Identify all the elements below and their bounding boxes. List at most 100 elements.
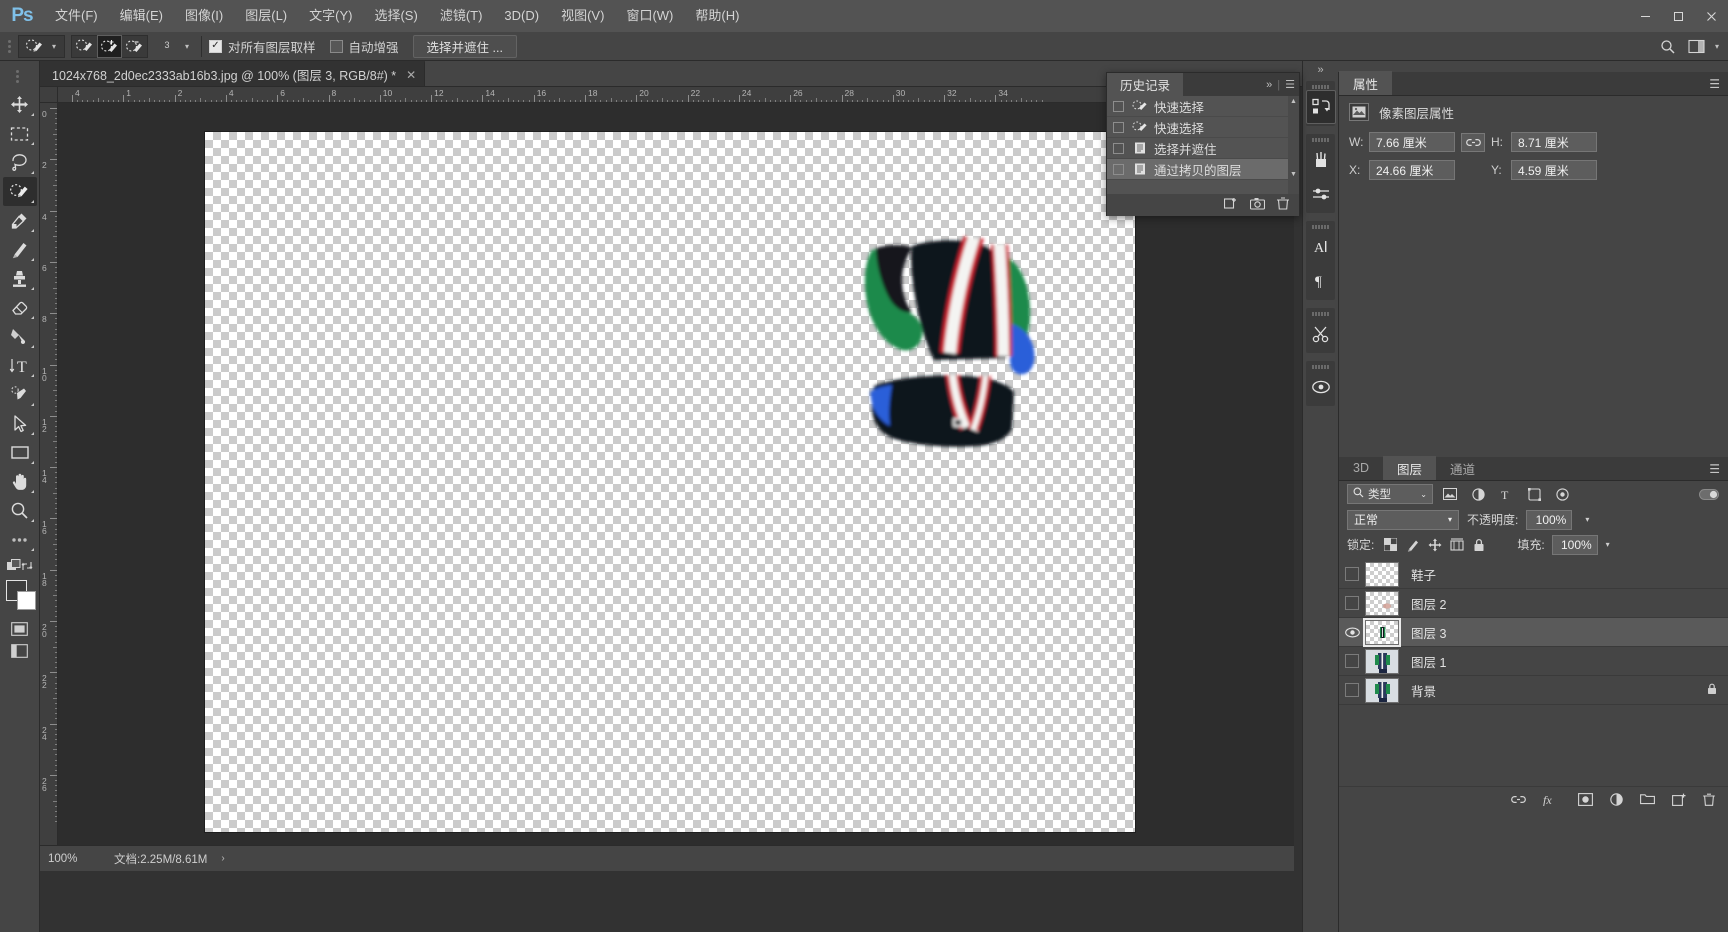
visibility-toggle-icon[interactable] bbox=[1339, 654, 1365, 668]
menu-type[interactable]: 文字(Y) bbox=[298, 0, 363, 32]
brush-options-chevron-icon[interactable]: ▾ bbox=[180, 35, 194, 58]
history-snapshot-checkbox[interactable] bbox=[1113, 142, 1124, 154]
visibility-toggle-icon[interactable] bbox=[1339, 567, 1365, 581]
layer-thumbnail[interactable] bbox=[1363, 617, 1401, 647]
scroll-up-icon[interactable]: ▲ bbox=[1288, 96, 1299, 107]
quick-mask-icon[interactable] bbox=[6, 559, 21, 575]
layer-style-icon[interactable]: fx bbox=[1543, 793, 1561, 809]
lock-transparent-pixels-icon[interactable] bbox=[1381, 535, 1400, 554]
layer-row-shoes[interactable]: 鞋子 bbox=[1339, 560, 1728, 589]
panel-menu-icon[interactable]: ☰ bbox=[1709, 462, 1720, 476]
zoom-tool[interactable] bbox=[3, 496, 37, 525]
eraser-tool[interactable] bbox=[3, 293, 37, 322]
screen-mode-button[interactable] bbox=[3, 618, 37, 640]
y-field[interactable]: 4.59 厘米 bbox=[1511, 160, 1597, 180]
smart-object-filter-icon[interactable] bbox=[1551, 484, 1573, 504]
link-layers-icon[interactable] bbox=[1511, 794, 1526, 808]
type-filter-icon[interactable]: T bbox=[1495, 484, 1517, 504]
rail-grip[interactable] bbox=[1306, 83, 1335, 90]
layer-thumbnail[interactable] bbox=[1365, 677, 1399, 703]
hand-tool[interactable] bbox=[3, 467, 37, 496]
pixel-filter-icon[interactable] bbox=[1439, 484, 1461, 504]
history-snapshot-checkbox[interactable] bbox=[1113, 100, 1124, 112]
edit-toolbar-button[interactable] bbox=[3, 525, 37, 554]
chevron-down-icon[interactable]: ▾ bbox=[1448, 515, 1452, 524]
tab-layers[interactable]: 图层 bbox=[1382, 456, 1436, 480]
width-field[interactable]: 7.66 厘米 bbox=[1369, 132, 1455, 152]
select-and-mask-button[interactable]: 选择并遮住 ... bbox=[412, 34, 517, 58]
options-bar-grip[interactable] bbox=[4, 35, 14, 57]
toolbar-grip[interactable] bbox=[13, 65, 23, 87]
close-icon[interactable]: ✕ bbox=[406, 68, 416, 82]
tool-preset-picker[interactable]: ▾ bbox=[18, 34, 65, 58]
history-snapshot-checkbox[interactable] bbox=[1113, 163, 1124, 175]
history-item-3[interactable]: 通过拷贝的图层 bbox=[1107, 159, 1299, 180]
collapse-icon[interactable]: » bbox=[1266, 79, 1272, 91]
layer-row-layer1[interactable]: 图层 1 bbox=[1339, 647, 1728, 676]
lock-all-icon[interactable] bbox=[1469, 535, 1488, 554]
opacity-chevron-icon[interactable]: ▾ bbox=[1580, 510, 1594, 530]
shape-filter-icon[interactable] bbox=[1523, 484, 1545, 504]
scissors-icon[interactable] bbox=[1306, 317, 1336, 351]
marquee-tool[interactable] bbox=[3, 119, 37, 148]
sample-all-layers-checkbox[interactable]: ✓ 对所有图层取样 bbox=[209, 37, 316, 56]
new-layer-icon[interactable] bbox=[1672, 793, 1686, 809]
lock-artboard-icon[interactable] bbox=[1447, 535, 1466, 554]
menu-window[interactable]: 窗口(W) bbox=[615, 0, 684, 32]
rectangle-tool[interactable] bbox=[3, 438, 37, 467]
search-icon[interactable] bbox=[1654, 35, 1682, 58]
rail-grip[interactable] bbox=[1306, 310, 1335, 317]
layer-row-layer3[interactable]: 图层 3 bbox=[1339, 617, 1728, 647]
libraries-icon[interactable] bbox=[1306, 90, 1336, 124]
workspace-switcher-icon[interactable] bbox=[1682, 35, 1710, 58]
layer-thumbnail[interactable] bbox=[1365, 648, 1399, 674]
fill-value[interactable]: 100% bbox=[1551, 534, 1598, 555]
history-item-1[interactable]: 快速选择 bbox=[1107, 117, 1299, 138]
menu-help[interactable]: 帮助(H) bbox=[684, 0, 750, 32]
layer-row-layer2[interactable]: 图层 2 bbox=[1339, 589, 1728, 618]
history-snapshot-checkbox[interactable] bbox=[1113, 121, 1124, 133]
opacity-value[interactable]: 100% bbox=[1526, 509, 1573, 530]
layer-thumbnail[interactable] bbox=[1365, 590, 1399, 616]
gradient-tool[interactable] bbox=[3, 322, 37, 351]
history-item-0[interactable]: 快速选择 bbox=[1107, 96, 1299, 117]
subtract-from-selection-button[interactable] bbox=[122, 35, 147, 58]
brush-size-display[interactable]: 3 bbox=[154, 35, 180, 58]
link-dimensions-icon[interactable] bbox=[1461, 132, 1485, 152]
auto-enhance-checkbox[interactable]: 自动增强 bbox=[329, 37, 399, 56]
visibility-toggle-icon[interactable] bbox=[1339, 596, 1365, 610]
menu-filter[interactable]: 滤镜(T) bbox=[429, 0, 494, 32]
lasso-tool[interactable] bbox=[3, 148, 37, 177]
move-tool[interactable] bbox=[3, 90, 37, 119]
zoom-level[interactable]: 100% bbox=[40, 853, 102, 865]
x-field[interactable]: 24.66 厘米 bbox=[1369, 160, 1455, 180]
tab-3d[interactable]: 3D bbox=[1339, 456, 1383, 480]
brush-settings-icon[interactable] bbox=[1306, 177, 1336, 211]
pen-tool[interactable] bbox=[3, 380, 37, 409]
minimize-button[interactable] bbox=[1629, 0, 1662, 32]
clone-stamp-tool[interactable] bbox=[3, 264, 37, 293]
rail-grip[interactable] bbox=[1306, 363, 1335, 370]
menu-edit[interactable]: 编辑(E) bbox=[109, 0, 174, 32]
delete-layer-icon[interactable] bbox=[1703, 793, 1715, 809]
brush-tool[interactable] bbox=[3, 235, 37, 264]
brushes-icon[interactable] bbox=[1306, 143, 1336, 177]
new-document-from-state-icon[interactable] bbox=[1223, 197, 1238, 213]
mask-icon[interactable] bbox=[1306, 370, 1336, 404]
tab-properties[interactable]: 属性 bbox=[1339, 71, 1393, 95]
rail-grip[interactable] bbox=[1306, 223, 1335, 230]
layer-name[interactable]: 背景 bbox=[1411, 681, 1436, 700]
adjustment-filter-icon[interactable] bbox=[1467, 484, 1489, 504]
document-tab[interactable]: 1024x768_2d0ec2333ab16b3.jpg @ 100% (图层 … bbox=[40, 61, 426, 86]
status-expand-icon[interactable]: › bbox=[221, 853, 224, 864]
maximize-button[interactable] bbox=[1662, 0, 1695, 32]
swap-colors-icon[interactable] bbox=[21, 560, 33, 575]
visibility-toggle-icon[interactable] bbox=[1339, 627, 1365, 638]
history-scrollbar[interactable]: ▲ ▼ bbox=[1288, 96, 1299, 194]
height-field[interactable]: 8.71 厘米 bbox=[1511, 132, 1597, 152]
new-snapshot-icon[interactable] bbox=[1249, 197, 1266, 213]
lock-image-pixels-icon[interactable] bbox=[1403, 535, 1422, 554]
layer-name[interactable]: 图层 1 bbox=[1411, 652, 1446, 671]
visibility-toggle-icon[interactable] bbox=[1339, 683, 1365, 697]
close-button[interactable] bbox=[1695, 0, 1728, 32]
